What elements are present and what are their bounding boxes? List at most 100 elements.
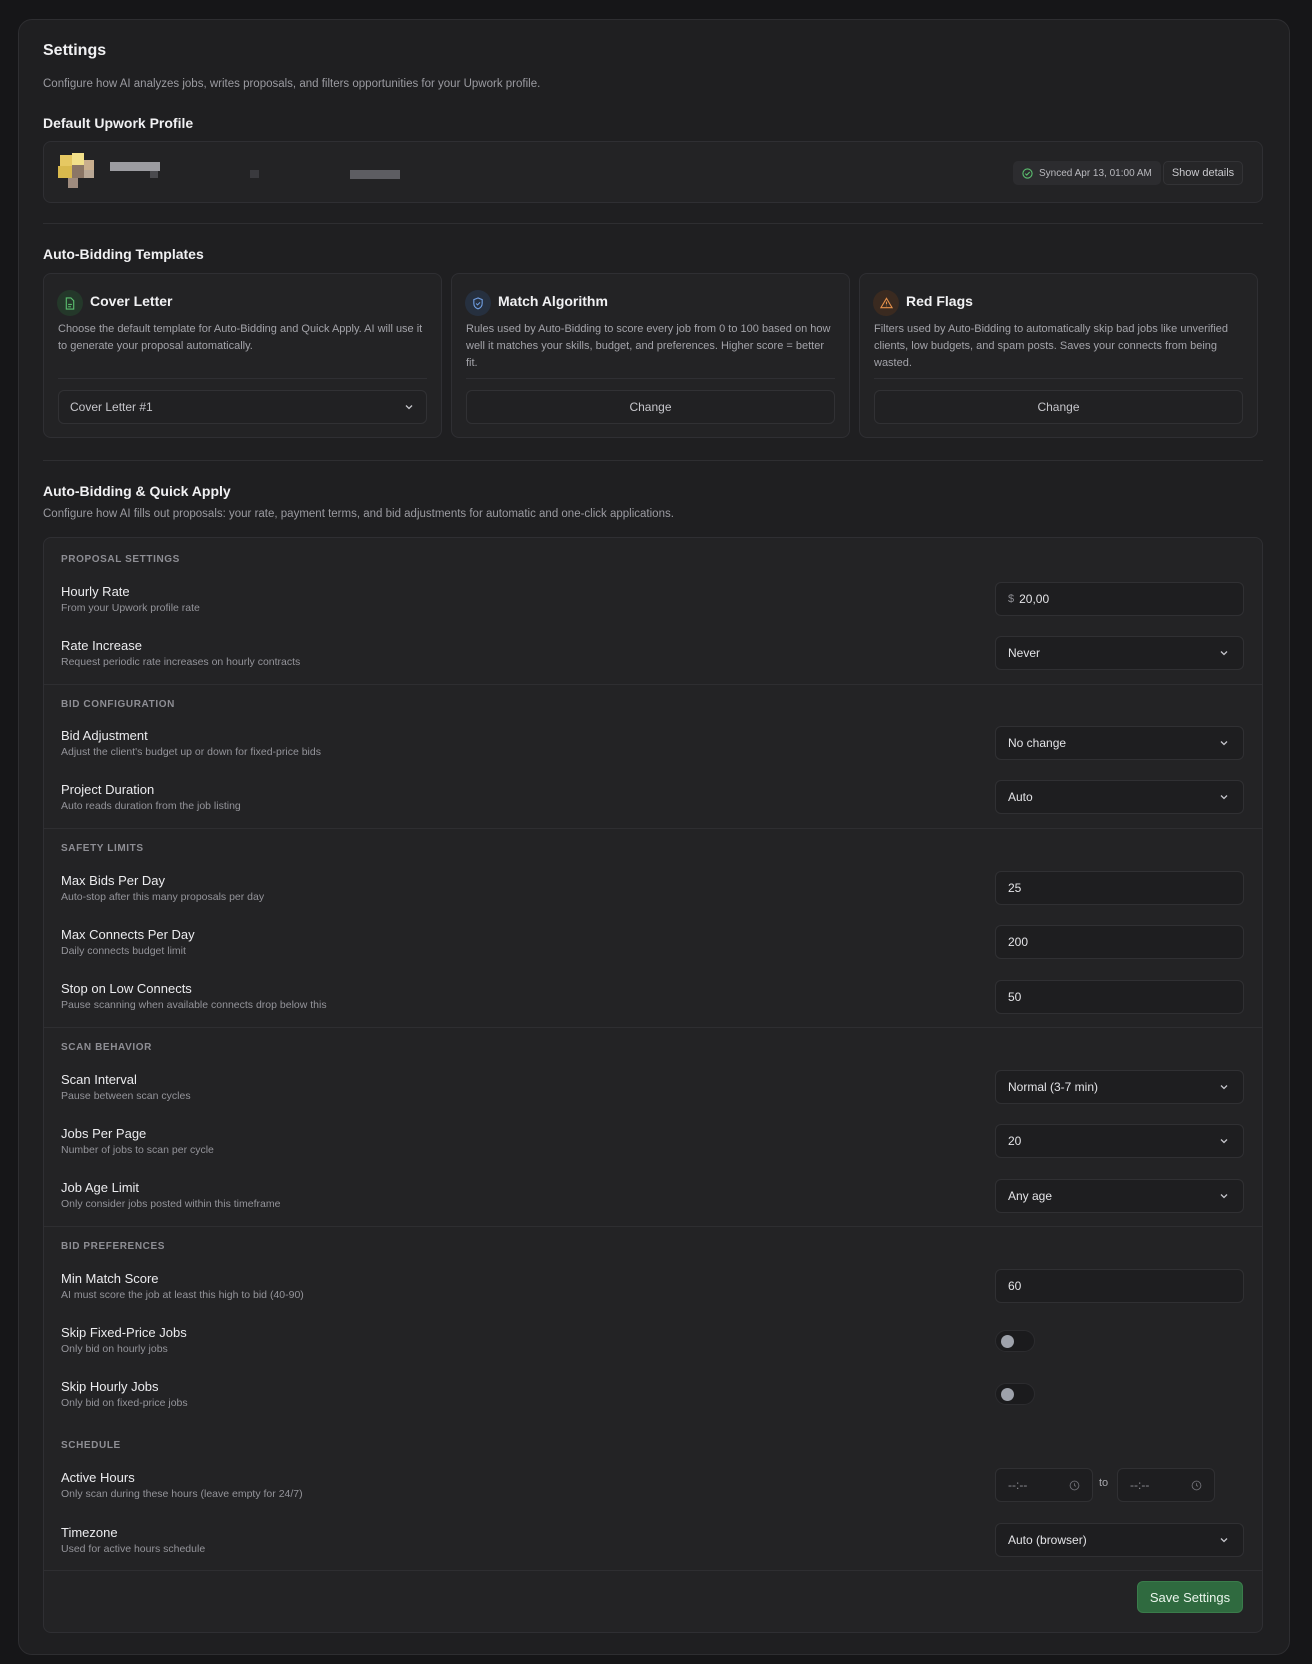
scan-interval-sub: Pause between scan cycles — [61, 1090, 191, 1102]
match-algorithm-description: Rules used by Auto-Bidding to score ever… — [466, 323, 831, 369]
jobs-per-page-title: Jobs Per Page — [61, 1126, 147, 1141]
timezone-value: Auto (browser) — [1008, 1533, 1087, 1547]
project-duration-value: Auto — [1008, 790, 1033, 804]
save-settings-button[interactable]: Save Settings — [1137, 1581, 1243, 1613]
schedule-label: SCHEDULE — [61, 1440, 121, 1451]
max-connects-title: Max Connects Per Day — [61, 927, 195, 942]
page-title: Settings — [43, 42, 107, 59]
chevron-down-icon — [1217, 1189, 1231, 1203]
skip-hourly-title: Skip Hourly Jobs — [61, 1379, 159, 1394]
show-details-button[interactable]: Show details — [1163, 161, 1243, 185]
jobs-per-page-sub: Number of jobs to scan per cycle — [61, 1144, 214, 1156]
group-divider — [44, 1226, 1262, 1227]
chevron-down-icon — [1217, 790, 1231, 804]
bid-preferences-label: BID PREFERENCES — [61, 1241, 166, 1252]
bid-adjustment-value: No change — [1008, 736, 1067, 750]
document-icon — [57, 290, 83, 316]
templates-section-title: Auto-Bidding Templates — [43, 246, 204, 262]
project-duration-select[interactable]: Auto — [995, 780, 1244, 814]
scan-interval-value: Normal (3-7 min) — [1008, 1080, 1099, 1094]
active-hours-sub: Only scan during these hours (leave empt… — [61, 1488, 303, 1500]
chevron-down-icon — [1217, 1134, 1231, 1148]
redacted-block — [250, 170, 259, 178]
jobs-per-page-value: 20 — [1008, 1134, 1022, 1148]
active-hours-to-input[interactable]: --:-- — [1117, 1468, 1215, 1502]
chevron-down-icon — [1217, 646, 1231, 660]
max-bids-value: 25 — [1008, 881, 1022, 895]
auto-bidding-section-title: Auto-Bidding & Quick Apply — [43, 483, 231, 499]
max-connects-input[interactable]: 200 — [995, 925, 1244, 959]
chevron-down-icon — [1217, 1533, 1231, 1547]
max-bids-sub: Auto-stop after this many proposals per … — [61, 891, 265, 903]
chevron-down-icon — [403, 401, 415, 413]
proposal-settings-label: PROPOSAL SETTINGS — [61, 554, 180, 565]
card-divider — [466, 378, 835, 379]
max-connects-sub: Daily connects budget limit — [61, 945, 186, 957]
clock-icon — [1191, 1480, 1202, 1491]
skip-fixed-sub: Only bid on hourly jobs — [61, 1343, 168, 1355]
skip-hourly-toggle[interactable] — [995, 1383, 1035, 1405]
redacted-block — [350, 170, 400, 179]
job-age-sub: Only consider jobs posted within this ti… — [61, 1198, 281, 1210]
hourly-rate-input[interactable]: $ 20,00 — [995, 582, 1244, 616]
red-flags-title: Red Flags — [906, 293, 973, 309]
active-hours-title: Active Hours — [61, 1470, 135, 1485]
rate-increase-value: Never — [1008, 646, 1041, 660]
check-circle-icon — [1022, 167, 1033, 179]
project-duration-sub: Auto reads duration from the job listing — [61, 800, 241, 812]
low-connects-title: Stop on Low Connects — [61, 981, 192, 996]
job-age-select[interactable]: Any age — [995, 1179, 1244, 1213]
card-divider — [874, 378, 1243, 379]
shield-icon — [465, 290, 491, 316]
low-connects-value: 50 — [1008, 990, 1022, 1004]
jobs-per-page-select[interactable]: 20 — [995, 1124, 1244, 1158]
sync-status-badge: Synced Apr 13, 01:00 AM — [1013, 161, 1161, 185]
cover-letter-select[interactable]: Cover Letter #1 — [58, 390, 427, 424]
hourly-rate-value: 20,00 — [1019, 592, 1050, 606]
max-bids-title: Max Bids Per Day — [61, 873, 166, 888]
bid-adjustment-title: Bid Adjustment — [61, 728, 148, 743]
active-hours-to-value: --:-- — [1130, 1478, 1150, 1492]
match-algorithm-change-button[interactable]: Change — [466, 390, 835, 424]
scan-interval-select[interactable]: Normal (3-7 min) — [995, 1070, 1244, 1104]
timezone-select[interactable]: Auto (browser) — [995, 1523, 1244, 1557]
match-algorithm-title: Match Algorithm — [498, 293, 608, 309]
scan-interval-title: Scan Interval — [61, 1072, 137, 1087]
warning-icon — [873, 290, 899, 316]
profile-name-redacted — [110, 162, 160, 171]
bid-adjustment-sub: Adjust the client's budget up or down fo… — [61, 746, 321, 758]
timezone-title: Timezone — [61, 1525, 118, 1540]
cover-letter-card: Cover Letter Choose the default template… — [43, 273, 442, 438]
group-divider — [44, 1570, 1262, 1571]
profile-section-title: Default Upwork Profile — [43, 115, 194, 131]
redacted-block — [150, 171, 158, 178]
toggle-knob — [1001, 1335, 1014, 1348]
rate-increase-sub: Request periodic rate increases on hourl… — [61, 656, 301, 668]
min-match-title: Min Match Score — [61, 1271, 159, 1286]
group-divider — [44, 1027, 1262, 1028]
clock-icon — [1069, 1480, 1080, 1491]
low-connects-input[interactable]: 50 — [995, 980, 1244, 1014]
job-age-value: Any age — [1008, 1189, 1053, 1203]
min-match-input[interactable]: 60 — [995, 1269, 1244, 1303]
cover-letter-description: Choose the default template for Auto-Bid… — [58, 323, 423, 352]
match-algorithm-card: Match Algorithm Rules used by Auto-Biddi… — [451, 273, 850, 438]
skip-fixed-title: Skip Fixed-Price Jobs — [61, 1325, 187, 1340]
section-divider — [43, 460, 1263, 461]
min-match-value: 60 — [1008, 1279, 1022, 1293]
low-connects-sub: Pause scanning when available connects d… — [61, 999, 327, 1011]
section-divider — [43, 223, 1263, 224]
skip-fixed-toggle[interactable] — [995, 1330, 1035, 1352]
page-subtitle: Configure how AI analyzes jobs, writes p… — [43, 78, 541, 90]
toggle-knob — [1001, 1388, 1014, 1401]
red-flags-change-button[interactable]: Change — [874, 390, 1243, 424]
currency-prefix: $ — [1008, 593, 1015, 605]
active-hours-from-input[interactable]: --:-- — [995, 1468, 1093, 1502]
chevron-down-icon — [1217, 1080, 1231, 1094]
rate-increase-select[interactable]: Never — [995, 636, 1244, 670]
timezone-sub: Used for active hours schedule — [61, 1543, 206, 1555]
bid-adjustment-select[interactable]: No change — [995, 726, 1244, 760]
max-connects-value: 200 — [1008, 935, 1029, 949]
sync-status-text: Synced Apr 13, 01:00 AM — [1039, 167, 1152, 179]
max-bids-input[interactable]: 25 — [995, 871, 1244, 905]
